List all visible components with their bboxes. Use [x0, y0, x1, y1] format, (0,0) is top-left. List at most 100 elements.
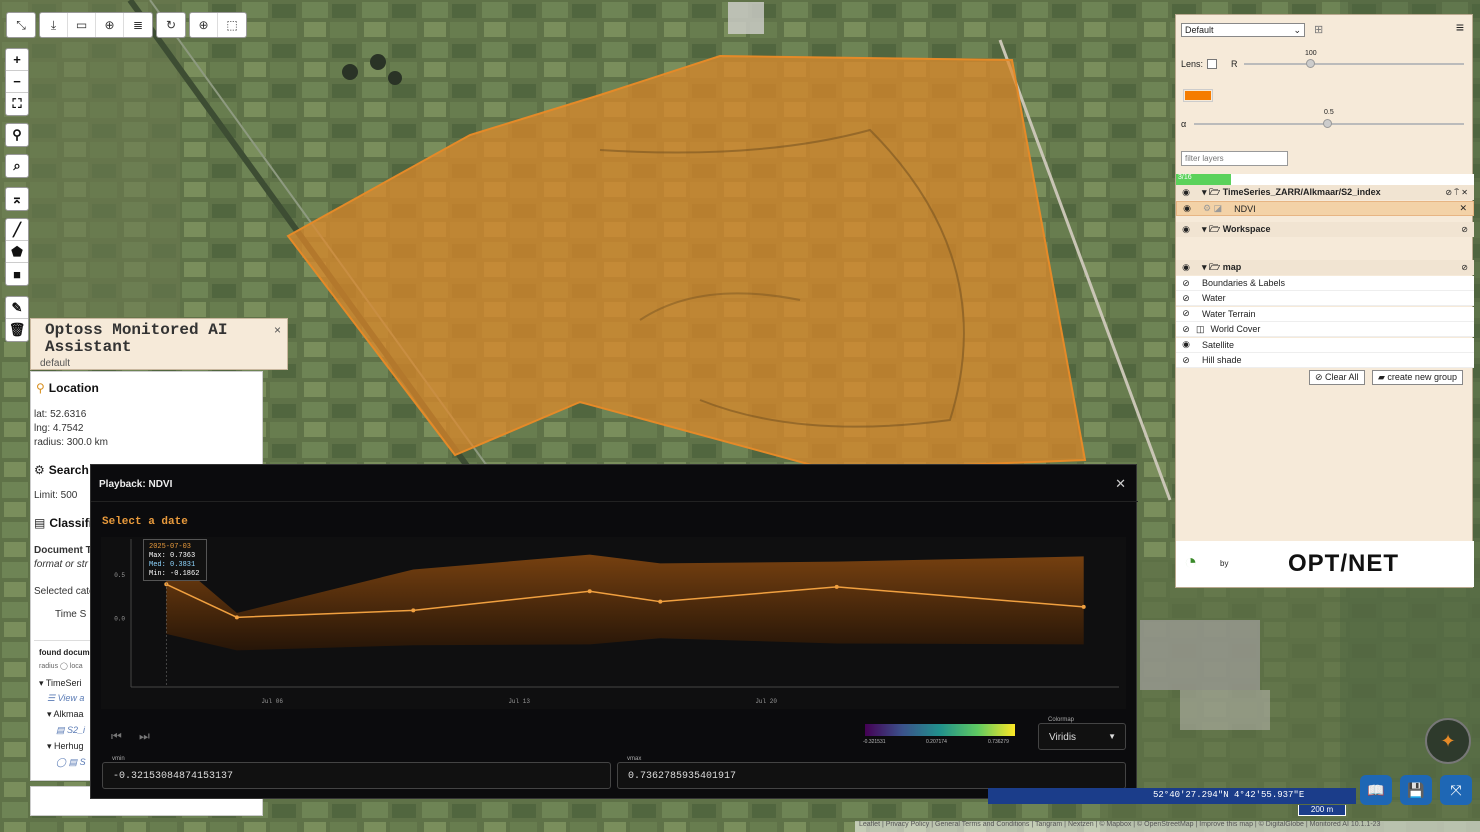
clear-all-button[interactable]: ⊘ Clear All — [1309, 370, 1365, 385]
format-text: format or str — [34, 559, 88, 570]
layer-item[interactable]: ⊘ Water — [1176, 291, 1474, 307]
tree-item-s2[interactable]: ▤ S2_i — [56, 725, 85, 736]
colormap-select[interactable]: Viridis ▼ — [1038, 723, 1126, 750]
layers-icon[interactable]: ≣ — [124, 13, 152, 37]
ndvi-label: NDVI — [1234, 203, 1256, 214]
layer-group-timeseries[interactable]: ◉ ▾ 🗁 TimeSeries_ZARR/Alkmaar/S2_index ⊘… — [1176, 185, 1474, 200]
history-icon[interactable]: ↻ — [157, 13, 185, 37]
eye-icon[interactable]: ⊘ — [1176, 293, 1196, 304]
vmin-input[interactable]: -0.32153084874153137 — [102, 762, 611, 789]
layer-group-workspace[interactable]: ◉ ▾ 🗁 Workspace ⊘ — [1176, 222, 1474, 237]
layer-item[interactable]: ⊘ Water Terrain — [1176, 306, 1474, 322]
eye-icon[interactable]: ⊘ — [1176, 324, 1196, 335]
layer-item[interactable]: ⊘ ◫ World Cover — [1176, 322, 1474, 338]
tree-item-s[interactable]: ◯ ▤ S — [56, 757, 86, 768]
draw-control: ╱ ⬟ ■ — [5, 218, 29, 286]
median-point — [658, 599, 663, 604]
alpha-label: α — [1181, 119, 1187, 129]
tree-item-herhug[interactable]: ▾ Herhug — [47, 741, 84, 752]
eye-icon[interactable]: ⊘ — [1176, 278, 1196, 289]
target-icon[interactable]: ⊕ — [96, 13, 124, 37]
video-icon[interactable]: ▭ — [68, 13, 96, 37]
book-icon: ▤ — [34, 516, 46, 530]
eye-icon[interactable]: ◉ — [1176, 224, 1196, 235]
cursor-icon[interactable]: ⤡ — [7, 13, 35, 37]
alpha-slider-thumb[interactable] — [1323, 119, 1332, 128]
r-slider[interactable] — [1244, 63, 1464, 65]
filter-layers-input[interactable] — [1181, 151, 1288, 166]
median-point — [1081, 604, 1086, 609]
tree-item-timeseries[interactable]: ▾ TimeSeri — [39, 678, 82, 689]
create-group-button[interactable]: ▰ create new group — [1372, 370, 1463, 385]
edit-icon[interactable]: ✎ — [6, 297, 28, 319]
vmax-input[interactable]: 0.7362785935401917 — [617, 762, 1126, 789]
collapse-control: ⌅ — [5, 187, 29, 211]
zoom-out-button[interactable]: − — [6, 71, 28, 93]
draw-polygon-icon[interactable]: ⬟ — [6, 241, 28, 263]
optnet-logo: OPT/NET — [1288, 550, 1400, 577]
layer-group-map[interactable]: ◉ ▾ 🗁 map ⊘ — [1176, 260, 1474, 275]
r-slider-thumb[interactable] — [1306, 59, 1315, 68]
lens-checkbox[interactable] — [1207, 59, 1217, 69]
tree-item-view[interactable]: ☰ View a — [47, 693, 84, 704]
lng-value: lng: 4.7542 — [34, 423, 84, 434]
draw-line-icon[interactable]: ╱ — [6, 219, 28, 241]
x-tick-label: Jul 20 — [755, 698, 777, 705]
layer-label: Water — [1202, 293, 1226, 304]
preset-select[interactable]: Default ⌄ — [1181, 23, 1305, 37]
group-actions-icon[interactable]: ⊘ ⍑ ✕ — [1445, 188, 1468, 198]
toolbar-group-4: ⊕ ⬚ — [189, 12, 247, 38]
map-pin-icon[interactable]: ⚲ — [6, 124, 28, 146]
layer-ndvi[interactable]: ◉ ⚙ ◪ NDVI ✕ — [1176, 201, 1474, 216]
eye-icon[interactable]: ◉ — [1177, 203, 1197, 214]
location-heading: Location — [48, 381, 99, 395]
hide-icon[interactable]: ⊘ — [1461, 263, 1468, 272]
zoom-in-button[interactable]: + — [6, 49, 28, 71]
plus-circle-icon[interactable]: ⊕ — [190, 13, 218, 37]
legend-icon[interactable]: ◫ — [1196, 324, 1205, 335]
eye-icon[interactable]: ◉ — [1176, 339, 1196, 350]
layer-settings-icon[interactable]: ⚙ ◪ — [1203, 203, 1222, 214]
median-point — [234, 615, 239, 620]
radius-local-option[interactable]: radius ◯ loca — [39, 662, 83, 670]
menu-icon[interactable]: ≡ — [1456, 19, 1464, 35]
skip-forward-icon[interactable]: ⏭ — [139, 729, 150, 744]
book-icon[interactable]: 📖 — [1360, 775, 1392, 805]
layer-item[interactable]: ⊘ Boundaries & Labels — [1176, 276, 1474, 291]
remove-layer-icon[interactable]: ✕ — [1459, 203, 1467, 214]
cbar-tick-min: -0.321531 — [863, 739, 886, 745]
collapse-up-icon[interactable]: ⌅ — [6, 188, 28, 210]
download-icon[interactable]: ⤓ — [40, 13, 68, 37]
hide-icon[interactable]: ⊘ — [1461, 225, 1468, 234]
layer-label: Hill shade — [1202, 355, 1242, 365]
attribution[interactable]: Leaflet | Privacy Policy | General Terms… — [855, 821, 1480, 832]
branding-footer: ◔ by OPT/NET — [1176, 541, 1474, 587]
ndvi-chart[interactable]: 0.5 0.0 Jul 06 Jul 13 Jul 20 — [101, 537, 1126, 709]
load-progress: 3/16 — [1176, 174, 1474, 185]
grid-icon[interactable]: ⊞ — [1314, 23, 1323, 36]
trash-icon[interactable]: 🗑 — [6, 319, 28, 341]
eye-icon[interactable]: ◉ — [1176, 262, 1196, 273]
compass-icon[interactable]: ✦ — [1425, 718, 1471, 764]
scale-bar: 200 m — [1298, 805, 1346, 816]
close-icon[interactable]: × — [274, 323, 281, 337]
layer-item[interactable]: ⊘ Hill shade — [1176, 353, 1474, 368]
assistant-title: Optoss Monitored AI Assistant — [45, 321, 228, 356]
close-icon[interactable]: ✕ — [1115, 476, 1126, 492]
median-point — [587, 589, 592, 594]
draw-rectangle-icon[interactable]: ■ — [6, 263, 28, 285]
by-label: by — [1220, 559, 1229, 568]
select-icon[interactable]: ⬚ — [218, 13, 246, 37]
layer-item[interactable]: ◉ Satellite — [1176, 337, 1474, 353]
fullscreen-icon[interactable]: ⛶ — [6, 93, 28, 115]
expand-arrows-icon[interactable]: ⤧ — [1440, 775, 1472, 805]
eye-icon[interactable]: ⊘ — [1176, 355, 1196, 366]
save-icon[interactable]: 💾 — [1400, 775, 1432, 805]
zoom-search-icon[interactable]: ⌕ — [6, 155, 28, 177]
skip-back-icon[interactable]: ⏮ — [111, 729, 122, 744]
alpha-value: 0.5 — [1324, 109, 1334, 116]
tree-item-alkmaar[interactable]: ▾ Alkmaa — [47, 709, 84, 720]
eye-icon[interactable]: ⊘ — [1176, 308, 1196, 319]
eye-icon[interactable]: ◉ — [1176, 187, 1196, 198]
lens-color-swatch[interactable] — [1183, 89, 1213, 102]
